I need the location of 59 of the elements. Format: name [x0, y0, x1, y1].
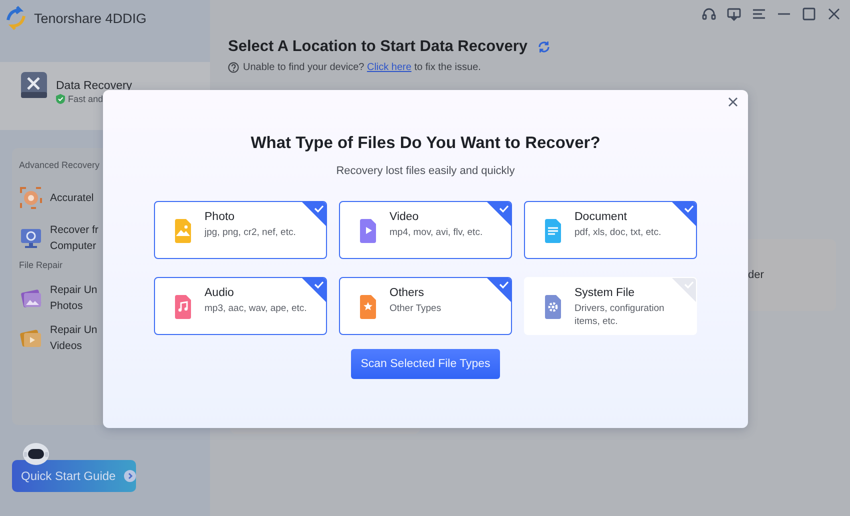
check-icon	[487, 202, 511, 226]
file-type-card[interactable]: Others Other Types	[339, 277, 512, 335]
sidebar-item[interactable]: Repair Un Videos	[50, 322, 98, 354]
type-name: Audio	[204, 286, 235, 298]
document-icon	[542, 218, 562, 242]
headset-icon[interactable]	[701, 6, 717, 22]
check-icon	[672, 278, 696, 302]
close-icon	[726, 95, 740, 109]
shield-icon	[56, 94, 65, 104]
drive-icon	[20, 70, 48, 100]
help-icon	[228, 62, 239, 73]
type-formats: pdf, xls, doc, txt, etc.	[574, 226, 662, 238]
file-type-card[interactable]: Audio mp3, aac, wav, ape, etc.	[154, 277, 327, 335]
check-icon	[302, 202, 326, 226]
check-icon	[672, 202, 696, 226]
section-heading: Advanced Recovery	[19, 160, 101, 170]
video-file-icon	[358, 218, 378, 242]
type-name: Video	[390, 210, 420, 222]
sidebar-item[interactable]: Recover fr Computer	[50, 222, 98, 254]
type-name: Document	[574, 210, 628, 222]
location-card[interactable]: der	[748, 239, 836, 311]
music-file-icon	[172, 294, 192, 318]
page-title: Select A Location to Start Data Recovery	[228, 38, 528, 56]
file-type-card[interactable]: Photo jpg, png, cr2, nef, etc.	[154, 201, 327, 259]
section-heading: File Repair	[19, 260, 64, 270]
type-name: Others	[390, 286, 426, 298]
image-file-icon	[172, 218, 192, 242]
item-title: Data Recovery	[56, 80, 132, 92]
close-button[interactable]	[726, 95, 740, 109]
computer-icon	[19, 226, 43, 250]
file-type-card[interactable]: Video mp4, mov, avi, flv, etc.	[339, 201, 512, 259]
check-icon	[302, 278, 326, 302]
item-subtitle: Fast and	[68, 94, 104, 104]
type-formats: mp4, mov, avi, flv, etc.	[390, 226, 484, 238]
download-icon[interactable]	[726, 6, 742, 22]
logo-icon	[4, 6, 28, 30]
card-label: der	[748, 269, 764, 281]
star-file-icon	[358, 294, 378, 318]
refresh-icon[interactable]	[537, 40, 552, 54]
maximize-icon[interactable]	[801, 6, 817, 22]
dialog-subtitle: Recovery lost files easily and quickly	[336, 165, 515, 177]
file-type-card[interactable]: System File Drivers, configuration items, etc.	[524, 277, 697, 335]
sidebar-item[interactable]: Repair Un Photos	[50, 282, 98, 314]
type-name: Photo	[204, 210, 236, 222]
type-name: System File	[574, 286, 636, 298]
check-icon	[487, 278, 511, 302]
gear-file-icon	[542, 294, 562, 318]
hint-text: Unable to find your device? Click here to fix the issue.	[243, 62, 481, 73]
sidebar-item[interactable]: Accuratel	[50, 190, 94, 206]
scan-button[interactable]: Scan Selected File Types	[351, 349, 500, 379]
close-icon[interactable]	[826, 6, 842, 22]
type-formats: Drivers, configuration items, etc.	[574, 302, 666, 328]
dialog-title: What Type of Files Do You Want to Recover?	[250, 134, 600, 153]
type-formats: Other Types	[390, 302, 442, 314]
type-formats: mp3, aac, wav, ape, etc.	[204, 302, 308, 314]
app-name: Tenorshare 4DDIG	[34, 11, 147, 26]
file-type-card[interactable]: Document pdf, xls, doc, txt, etc.	[524, 201, 697, 259]
target-icon	[19, 186, 43, 210]
type-formats: jpg, png, cr2, nef, etc.	[204, 226, 297, 238]
